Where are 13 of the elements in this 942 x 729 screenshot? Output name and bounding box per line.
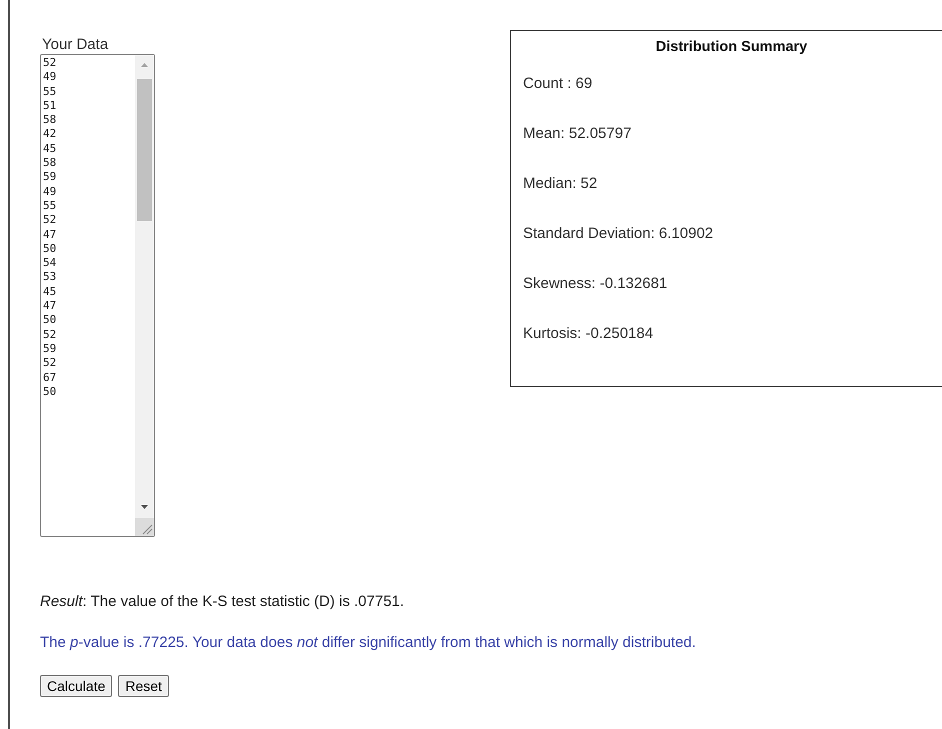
summary-stat: Mean: 52.05797 [523, 125, 632, 143]
summary-stat: Count : 69 [523, 75, 594, 93]
conclusion-text: The p-value is .77225. Your data does not differ significantly from that which is normally distributed. [40, 634, 697, 652]
result-text: Result: The value of the K-S test statistic (D) is .07751. [40, 593, 406, 611]
summary-stat: Skewness: -0.132681 [523, 275, 668, 293]
summary-stat: Kurtosis: -0.250184 [523, 325, 654, 343]
calculate-button[interactable]: Calculate [40, 675, 112, 697]
summary-stat: Standard Deviation: 6.10902 [523, 225, 714, 243]
field-label: Your Data [41, 36, 110, 54]
reset-button[interactable]: Reset [118, 675, 169, 697]
summary-title: Distribution Summary [654, 39, 808, 55]
summary-stat: Median: 52 [523, 175, 598, 193]
scrollbar-drawing[interactable] [135, 55, 154, 536]
